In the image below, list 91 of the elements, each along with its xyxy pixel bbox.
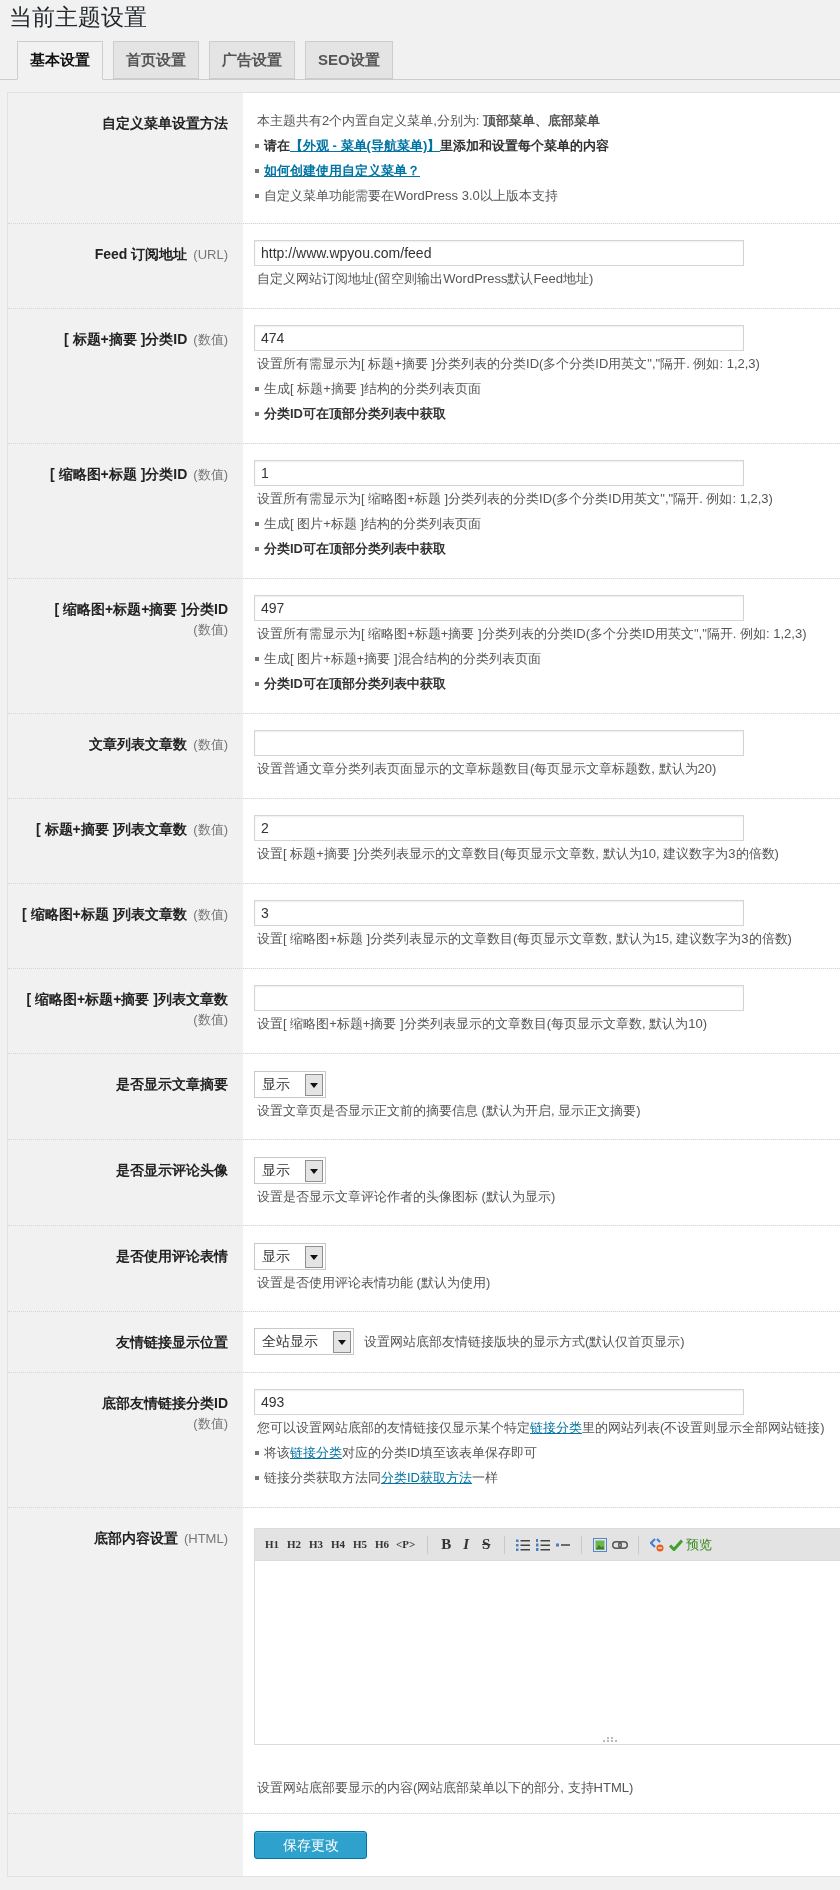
page-title: 当前主题设置	[9, 3, 147, 31]
bulleted-list-icon	[516, 1538, 531, 1551]
setting-label: [ 标题+摘要 ]分类ID	[64, 331, 188, 347]
help-text: 链接分类获取方法同分类ID获取方法一样	[264, 1469, 498, 1487]
hint-text: (数值)	[193, 737, 228, 752]
help-text: 将该链接分类对应的分类ID填至该表单保存即可	[264, 1444, 537, 1462]
toolbar-button[interactable]: H4	[328, 1533, 348, 1556]
tab[interactable]: 首页设置	[113, 41, 199, 79]
setting-label: 自定义菜单设置方法	[102, 115, 228, 131]
help-text: 自定义菜单功能需要在WordPress 3.0以上版本支持	[264, 187, 558, 205]
setting-label: [ 缩略图+标题 ]列表文章数	[22, 906, 188, 922]
link-icon	[612, 1540, 629, 1549]
help-text: 设置所有需显示为[ 缩略图+标题+摘要 ]分类列表的分类ID(多个分类ID用英文","隔开. 例如: 1,2,3)	[257, 625, 807, 643]
numbered-list-icon	[536, 1538, 551, 1551]
hint-text: (数值)	[193, 332, 228, 347]
toolbar-button[interactable]: H6	[372, 1533, 392, 1556]
help-link[interactable]: 如何创建使用自定义菜单？	[264, 163, 420, 178]
hint-text: (数值)	[193, 622, 228, 637]
help-link[interactable]: 分类ID获取方法	[381, 1470, 472, 1485]
toolbar-button[interactable]: <P>	[394, 1533, 418, 1556]
help-text: 本主题共有2个内置自定义菜单,分别为: 顶部菜单、底部菜单	[257, 112, 601, 130]
toolbar-button[interactable]: H2	[284, 1533, 304, 1556]
setting-label: Feed 订阅地址	[94, 246, 188, 262]
setting-label: 底部友情链接分类ID	[102, 1395, 228, 1411]
setting-label: 友情链接显示位置	[116, 1334, 228, 1350]
tab[interactable]: 广告设置	[209, 41, 295, 79]
help-text: 设置[ 缩略图+标题+摘要 ]分类列表显示的文章数目(每页显示文章数, 默认为10)	[257, 1015, 707, 1033]
toolbar-button[interactable]: H1	[262, 1533, 282, 1556]
toolbar-button[interactable]: B	[436, 1533, 457, 1556]
help-text: 设置所有需显示为[ 缩略图+标题 ]分类列表的分类ID(多个分类ID用英文","隔开. 例如: 1,2,3)	[257, 490, 773, 508]
resize-grip-icon	[602, 1737, 620, 1742]
setting-label: 是否显示评论头像	[116, 1162, 228, 1178]
hint-text: (URL)	[193, 247, 228, 262]
text-input[interactable]: 497	[254, 595, 744, 621]
help-text: 自定义网站订阅地址(留空则输出WordPress默认Feed地址)	[257, 270, 594, 288]
setting-label: 是否显示文章摘要	[116, 1076, 228, 1092]
tab[interactable]: SEO设置	[305, 41, 393, 79]
hint-text: (数值)	[193, 467, 228, 482]
text-input[interactable]: 3	[254, 900, 744, 926]
dropdown[interactable]: 显示	[254, 1243, 326, 1270]
hint-text: (数值)	[193, 1012, 228, 1027]
dropdown[interactable]: 显示	[254, 1157, 326, 1184]
help-text: 生成[ 标题+摘要 ]结构的分类列表页面	[264, 380, 482, 398]
help-link[interactable]: 链接分类	[530, 1420, 582, 1435]
text-input[interactable]: 2	[254, 815, 744, 841]
hint-text: (数值)	[193, 907, 228, 922]
help-text: 设置是否使用评论表情功能 (默认为使用)	[257, 1274, 491, 1292]
text-input[interactable]	[254, 985, 744, 1011]
help-text: 分类ID可在顶部分类列表中获取	[264, 675, 446, 693]
help-text: 请在【外观 - 菜单(导航菜单)】里添加和设置每个菜单的内容	[264, 137, 610, 155]
help-text: 设置网站底部友情链接版块的显示方式(默认仅首页显示)	[364, 1333, 685, 1351]
help-text: 设置[ 缩略图+标题 ]分类列表显示的文章数目(每页显示文章数, 默认为15, 建议数字为3的倍数)	[257, 930, 792, 948]
setting-label: 文章列表文章数	[89, 736, 188, 752]
text-input[interactable]: 493	[254, 1389, 744, 1415]
hint-text: (数值)	[193, 1416, 228, 1431]
text-input[interactable]	[254, 730, 744, 756]
help-text: 设置文章页是否显示正文前的摘要信息 (默认为开启, 显示正文摘要)	[257, 1102, 641, 1120]
setting-label: 底部内容设置	[93, 1530, 178, 1546]
text-input[interactable]: 1	[254, 460, 744, 486]
help-text: 设置普通文章分类列表页面显示的文章标题数目(每页显示文章标题数, 默认为20)	[257, 760, 717, 778]
image-icon	[593, 1537, 608, 1552]
check-icon	[669, 1538, 684, 1551]
text-input[interactable]: http://www.wpyou.com/feed	[254, 240, 744, 266]
setting-label: [ 缩略图+标题 ]分类ID	[50, 466, 188, 482]
hint-text: (HTML)	[183, 1531, 228, 1546]
dropdown[interactable]: 全站显示	[254, 1328, 354, 1355]
toolbar-button[interactable]: S	[476, 1533, 497, 1556]
help-text: 设置所有需显示为[ 标题+摘要 ]分类列表的分类ID(多个分类ID用英文","隔开. 例如: 1,2,3)	[257, 355, 760, 373]
toolbar-button[interactable]: H5	[350, 1533, 370, 1556]
text-input[interactable]: 474	[254, 325, 744, 351]
setting-label: 是否使用评论表情	[116, 1248, 228, 1264]
help-text: 生成[ 图片+标题+摘要 ]混合结构的分类列表页面	[264, 650, 541, 668]
help-text: 设置网站底部要显示的内容(网站底部菜单以下的部分, 支持HTML)	[257, 1779, 634, 1797]
horizontal-rule-icon	[556, 1542, 571, 1547]
help-text: 设置是否显示文章评论作者的头像图标 (默认为显示)	[257, 1188, 556, 1206]
setting-label: [ 缩略图+标题+摘要 ]列表文章数	[26, 991, 228, 1007]
help-text: 分类ID可在顶部分类列表中获取	[264, 405, 446, 423]
help-text: 生成[ 图片+标题 ]结构的分类列表页面	[264, 515, 482, 533]
code-icon	[650, 1537, 665, 1552]
setting-label: [ 缩略图+标题+摘要 ]分类ID	[54, 601, 228, 617]
help-link[interactable]: 【外观 - 菜单(导航菜单)】	[290, 138, 441, 153]
help-text: 设置[ 标题+摘要 ]分类列表显示的文章数目(每页显示文章数, 默认为10, 建议数字为3的倍数)	[257, 845, 779, 863]
setting-label: [ 标题+摘要 ]列表文章数	[36, 821, 188, 837]
dropdown[interactable]: 显示	[254, 1071, 326, 1098]
toolbar-button[interactable]: I	[456, 1533, 477, 1556]
help-text: 分类ID可在顶部分类列表中获取	[264, 540, 446, 558]
hint-text: (数值)	[193, 822, 228, 837]
help-text: 您可以设置网站底部的友情链接仅显示某个特定链接分类里的网站列表(不设置则显示全部网站链接)	[257, 1419, 825, 1437]
toolbar-button[interactable]: H3	[306, 1533, 326, 1556]
tab[interactable]: 基本设置	[17, 41, 103, 80]
help-link[interactable]: 链接分类	[290, 1445, 342, 1460]
